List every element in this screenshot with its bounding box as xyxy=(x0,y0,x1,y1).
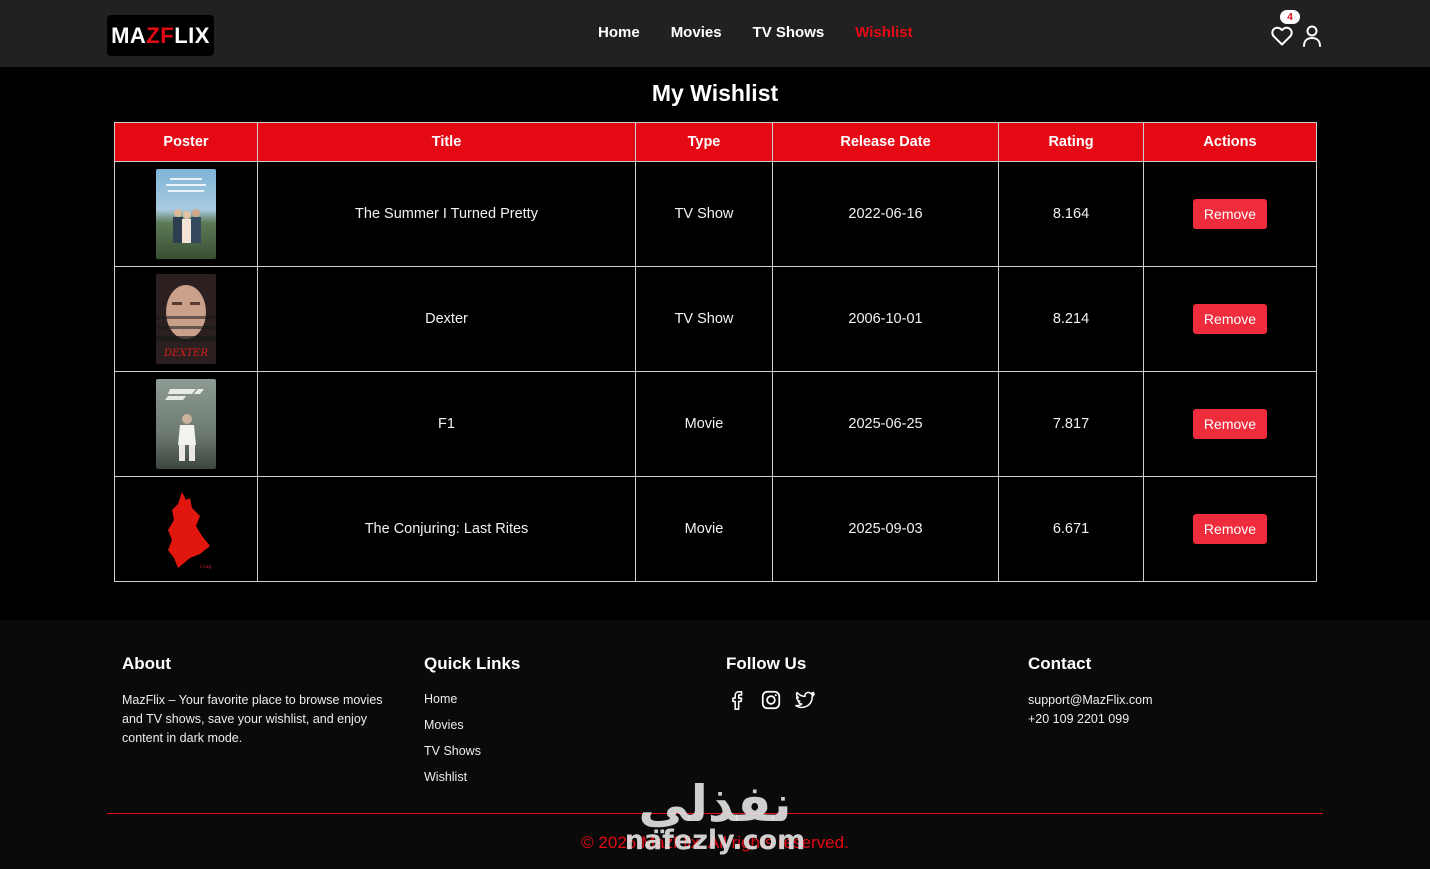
twitter-icon[interactable] xyxy=(794,689,816,711)
poster-cell xyxy=(114,371,258,477)
wishlist-count-badge: 4 xyxy=(1280,10,1300,24)
nav-link-home[interactable]: Home xyxy=(598,24,640,41)
footer-follow: Follow Us xyxy=(726,654,926,711)
svg-text:DEXTER: DEXTER xyxy=(163,348,208,359)
watermark: نفذلي nafezly.com xyxy=(624,776,806,868)
instagram-icon[interactable] xyxy=(760,689,782,711)
rating-cell: 7.817 xyxy=(998,371,1144,477)
table-row: The Summer I Turned Pretty TV Show 2022-… xyxy=(114,161,1317,267)
type-cell: TV Show xyxy=(635,161,773,267)
type-cell: Movie xyxy=(635,476,773,582)
summer-poster[interactable] xyxy=(156,169,216,259)
contact-phone: +20 109 2201 099 xyxy=(1028,712,1130,726)
watermark-latin: nafezly.com xyxy=(624,825,806,856)
nav-link-wishlist[interactable]: Wishlist xyxy=(855,24,912,41)
watermark-arabic: نفذلي xyxy=(638,775,792,833)
wishlist-table: Poster Title Type Release Date Rating Ac… xyxy=(114,122,1317,582)
actions-cell: Remove xyxy=(1143,476,1317,582)
poster-cell: DEXTER xyxy=(114,266,258,372)
f1-poster[interactable] xyxy=(156,379,216,469)
facebook-icon[interactable] xyxy=(726,689,748,711)
footer-follow-heading: Follow Us xyxy=(726,654,807,673)
release-date-cell: 2025-06-25 xyxy=(772,371,999,477)
release-date-cell: 2025-09-03 xyxy=(772,476,999,582)
user-icon[interactable] xyxy=(1301,24,1323,48)
table-header-row: Poster Title Type Release Date Rating Ac… xyxy=(114,122,1317,162)
header-actions: Actions xyxy=(1143,122,1317,162)
title-cell: Dexter xyxy=(257,266,636,372)
footer-link-wishlist[interactable]: Wishlist xyxy=(424,769,624,786)
poster-cell xyxy=(114,161,258,267)
table-row: Conj The Conjuring: Last Rites Movie 202… xyxy=(114,476,1317,582)
contact-email[interactable]: support@MazFlix.com xyxy=(1028,691,1248,710)
logo[interactable]: MA ZF LIX xyxy=(107,15,214,56)
remove-button[interactable]: Remove xyxy=(1192,199,1268,229)
logo-text-left: MA xyxy=(111,22,147,48)
header-type: Type xyxy=(635,122,773,162)
logo-text-right: LIX xyxy=(174,22,210,48)
page-title: My Wishlist xyxy=(651,80,779,106)
footer-about-heading: About xyxy=(122,654,172,673)
table-row: F1 Movie 2025-06-25 7.817 Remove xyxy=(114,371,1317,477)
rating-cell: 6.671 xyxy=(998,476,1144,582)
footer-contact: Contact support@MazFlix.com +20 109 2201… xyxy=(1028,654,1248,729)
header-rating: Rating xyxy=(998,122,1144,162)
footer-link-tv-shows[interactable]: TV Shows xyxy=(424,743,624,760)
type-cell: Movie xyxy=(635,371,773,477)
title-cell: The Summer I Turned Pretty xyxy=(257,161,636,267)
header-title: Title xyxy=(257,122,636,162)
navbar: MA ZF LIX Home Movies TV Shows Wishlist 4 xyxy=(0,0,1430,67)
table-row: DEXTER Dexter TV Show 2006-10-01 8.214 R… xyxy=(114,266,1317,372)
footer-about-text: MazFlix – Your favorite place to browse … xyxy=(122,693,383,745)
footer-quick-links: Quick Links Home Movies TV Shows Wishlis… xyxy=(424,654,624,795)
nav-link-movies[interactable]: Movies xyxy=(671,24,722,41)
footer-link-movies[interactable]: Movies xyxy=(424,717,624,734)
actions-cell: Remove xyxy=(1143,266,1317,372)
header-release-date: Release Date xyxy=(772,122,999,162)
release-date-cell: 2006-10-01 xyxy=(772,266,999,372)
remove-button[interactable]: Remove xyxy=(1192,409,1268,439)
poster-cell: Conj xyxy=(114,476,258,582)
heart-icon[interactable] xyxy=(1270,24,1294,48)
remove-button[interactable]: Remove xyxy=(1192,304,1268,334)
conjuring-poster[interactable]: Conj xyxy=(156,484,216,574)
nav-link-tv-shows[interactable]: TV Shows xyxy=(753,24,825,41)
dexter-poster[interactable]: DEXTER xyxy=(156,274,216,364)
actions-cell: Remove xyxy=(1143,371,1317,477)
social-icons xyxy=(726,689,926,711)
rating-cell: 8.214 xyxy=(998,266,1144,372)
nav-links: Home Movies TV Shows Wishlist xyxy=(598,24,944,41)
title-cell: The Conjuring: Last Rites xyxy=(257,476,636,582)
release-date-cell: 2022-06-16 xyxy=(772,161,999,267)
remove-button[interactable]: Remove xyxy=(1192,514,1268,544)
footer-about: About MazFlix – Your favorite place to b… xyxy=(122,654,402,748)
footer-quick-links-heading: Quick Links xyxy=(424,654,521,673)
footer-contact-heading: Contact xyxy=(1028,654,1092,673)
title-cell: F1 xyxy=(257,371,636,477)
footer-link-home[interactable]: Home xyxy=(424,691,624,708)
actions-cell: Remove xyxy=(1143,161,1317,267)
type-cell: TV Show xyxy=(635,266,773,372)
rating-cell: 8.164 xyxy=(998,161,1144,267)
logo-text-mid: ZF xyxy=(146,22,175,48)
header-poster: Poster xyxy=(114,122,258,162)
svg-text:Conj: Conj xyxy=(200,564,212,570)
